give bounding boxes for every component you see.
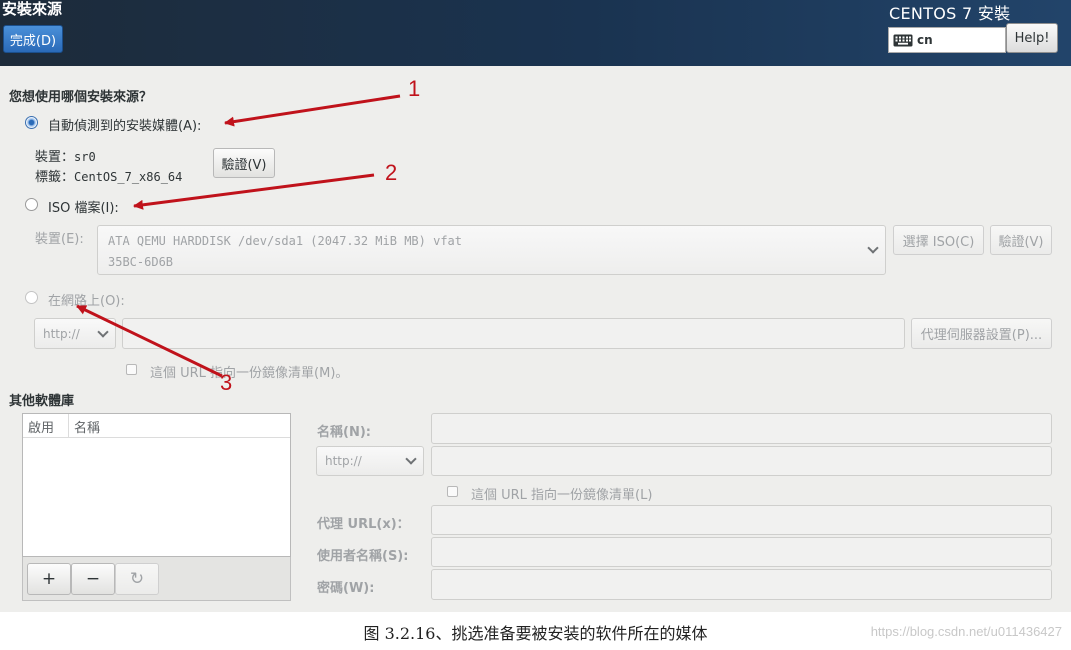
password-input[interactable] <box>431 569 1052 600</box>
auto-media-radio[interactable] <box>25 116 38 129</box>
repo-protocol-select[interactable]: http:// <box>316 446 424 476</box>
installation-source-spoke: 安裝來源 完成(D) CENTOS 7 安裝 cn Help! 您想使用哪個安裝… <box>0 0 1071 612</box>
iso-file-label[interactable]: ISO 檔案(I): <box>48 197 119 216</box>
source-question-heading: 您想使用哪個安裝來源？ <box>9 90 153 105</box>
done-button[interactable]: 完成(D) <box>3 25 63 53</box>
iso-device-line2: 35BC-6D6B <box>108 255 174 269</box>
add-repo-button[interactable]: + <box>27 563 71 595</box>
chevron-down-icon <box>867 242 879 254</box>
repo-name-label: 名稱(N): <box>317 425 371 440</box>
other-repos-heading: 其他軟體庫 <box>9 394 75 409</box>
network-label[interactable]: 在網路上(O): <box>48 290 125 309</box>
repo-mirrorlist-label[interactable]: 這個 URL 指向一份鏡像清單(L) <box>471 484 652 503</box>
refresh-icon: ↻ <box>129 569 145 589</box>
keyboard-layout-indicator[interactable]: cn <box>888 27 1006 53</box>
keyboard-icon <box>893 34 913 46</box>
column-name[interactable]: 名稱 <box>74 417 100 436</box>
mirrorlist-checkbox[interactable] <box>126 364 137 375</box>
proxy-url-label: 代理 URL(x)： <box>317 517 410 532</box>
repo-name-input[interactable] <box>431 413 1052 444</box>
repo-protocol-value: http:// <box>325 454 362 468</box>
keyboard-layout-code: cn <box>917 33 933 47</box>
auto-media-label[interactable]: 自動偵測到的安裝媒體(A): <box>48 115 201 134</box>
repo-list-header: 啟用 名稱 <box>23 414 290 438</box>
tag-value: CentOS_7_x86_64 <box>74 170 183 184</box>
password-label: 密碼(W): <box>317 581 375 596</box>
verify-media-button[interactable]: 驗證(V) <box>213 148 275 178</box>
mirrorlist-label[interactable]: 這個 URL 指向一份鏡像清單(M)。 <box>150 362 348 381</box>
header-bar: 安裝來源 完成(D) CENTOS 7 安裝 cn Help! <box>0 0 1071 66</box>
annotation-arrow-1 <box>224 94 401 127</box>
network-radio[interactable] <box>25 291 38 304</box>
product-title: CENTOS 7 安裝 <box>889 4 1011 23</box>
repo-list[interactable]: 啟用 名稱 <box>22 413 291 557</box>
device-label: 裝置：sr0 <box>35 150 96 165</box>
iso-file-radio[interactable] <box>25 198 38 211</box>
remove-repo-button[interactable]: − <box>71 563 115 595</box>
iso-device-label: 裝置(E): <box>35 232 84 247</box>
network-protocol-value: http:// <box>43 326 80 341</box>
tag-label: 標籤：CentOS_7_x86_64 <box>35 170 183 185</box>
chevron-down-icon <box>405 453 417 465</box>
watermark-text: https://blog.csdn.net/u011436427 <box>870 624 1062 639</box>
network-url-input[interactable] <box>122 318 905 349</box>
spoke-title: 安裝來源 <box>2 0 63 18</box>
device-value: sr0 <box>74 150 96 164</box>
repo-mirrorlist-checkbox[interactable] <box>447 486 458 497</box>
choose-iso-button[interactable]: 選擇 ISO(C) <box>893 225 984 255</box>
refresh-repo-button[interactable]: ↻ <box>115 563 159 595</box>
iso-device-combo[interactable]: ATA QEMU HARDDISK /dev/sda1 (2047.32 MiB… <box>97 225 886 275</box>
username-input[interactable] <box>431 537 1052 567</box>
username-label: 使用者名稱(S): <box>317 549 409 564</box>
verify-iso-button[interactable]: 驗證(V) <box>990 225 1052 255</box>
repo-url-input[interactable] <box>431 446 1052 476</box>
repo-toolbar: + − ↻ <box>22 557 291 601</box>
network-protocol-select[interactable]: http:// <box>34 318 116 349</box>
annotation-number-2: 2 <box>385 160 398 185</box>
annotation-number-1: 1 <box>408 76 421 101</box>
proxy-url-input[interactable] <box>431 505 1052 535</box>
iso-device-line1: ATA QEMU HARDDISK /dev/sda1 (2047.32 MiB… <box>108 234 463 248</box>
column-divider <box>68 414 69 438</box>
help-button[interactable]: Help! <box>1006 23 1058 53</box>
annotation-number-3: 3 <box>220 370 233 395</box>
proxy-settings-button[interactable]: 代理伺服器設置(P)... <box>911 318 1052 349</box>
chevron-down-icon <box>97 325 109 338</box>
column-enabled[interactable]: 啟用 <box>28 417 54 436</box>
